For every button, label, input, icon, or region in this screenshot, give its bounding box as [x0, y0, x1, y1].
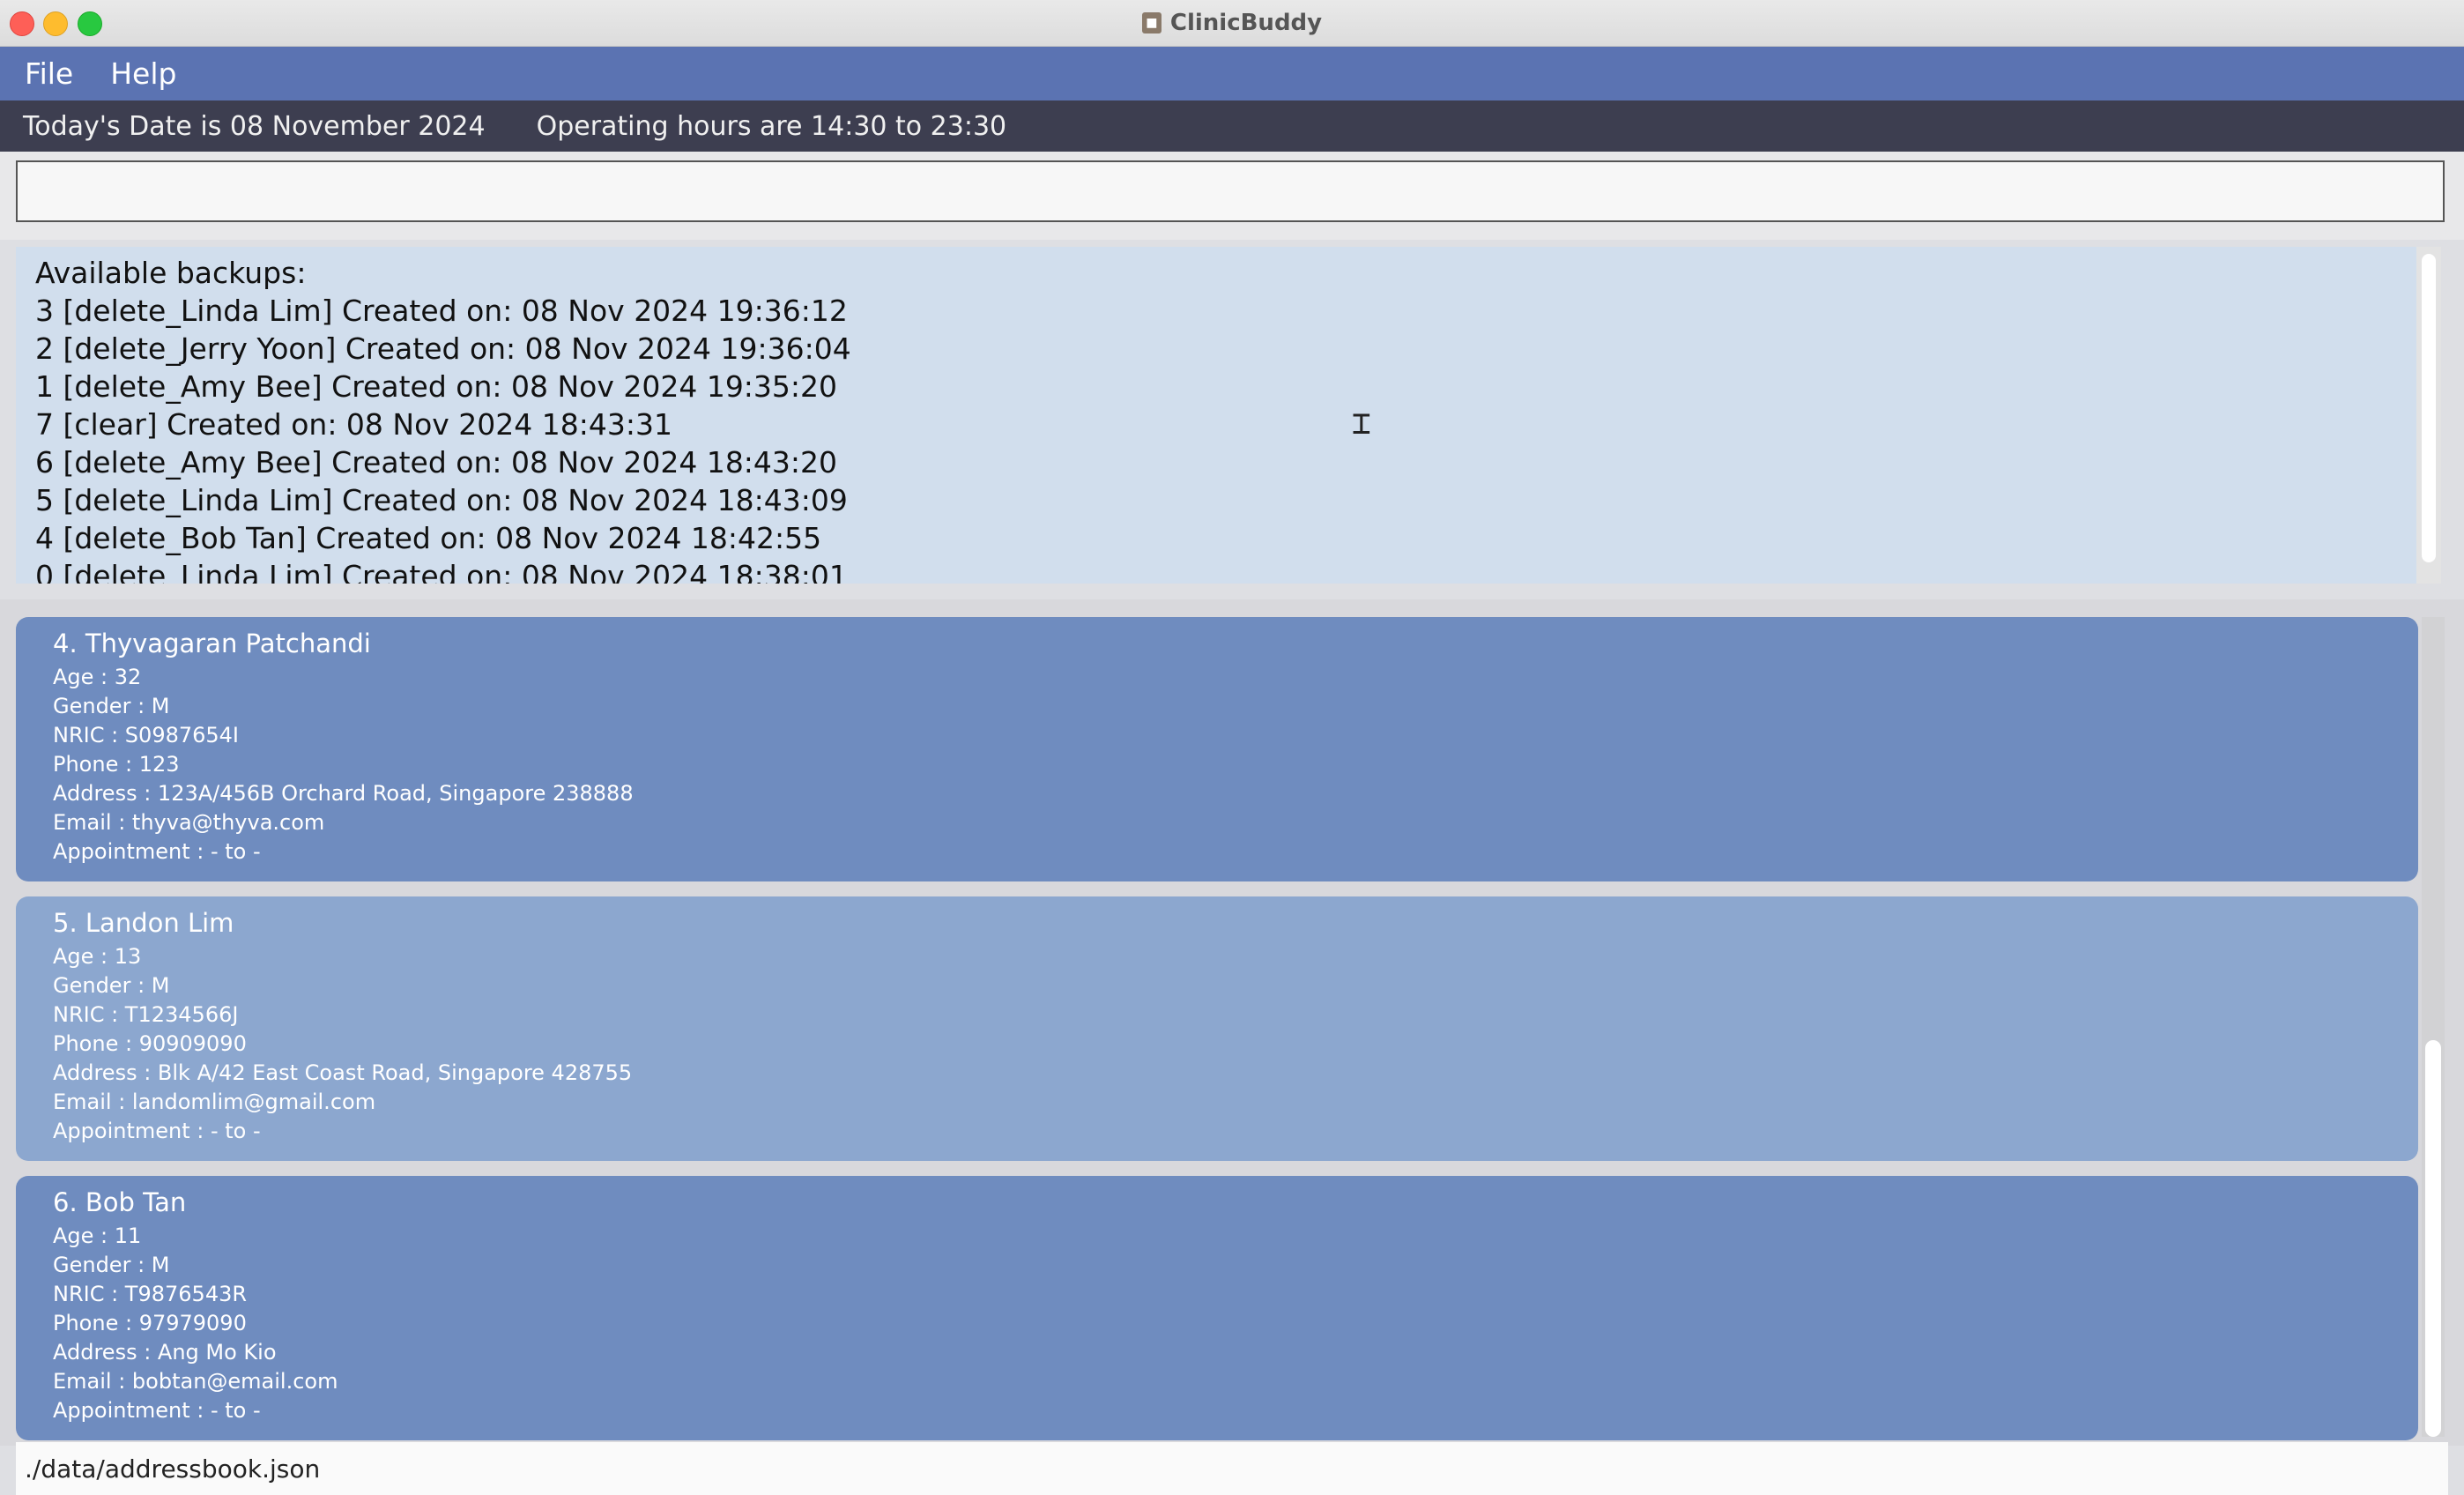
patient-email: Email : landomlim@gmail.com: [53, 1090, 376, 1114]
window-title: ■ ClinicBuddy: [0, 0, 2464, 46]
patient-card[interactable]: 4. Thyvagaran Patchandi Age : 32 Gender …: [16, 617, 2418, 881]
menu-bar: File Help: [0, 47, 2464, 100]
patient-gender: Gender : M: [53, 1253, 170, 1277]
status-bar-footer: ./data/addressbook.json: [16, 1442, 2448, 1495]
result-line: 4 [delete_Bob Tan] Created on: 08 Nov 20…: [35, 521, 822, 555]
patient-appointment: Appointment : - to -: [53, 839, 261, 864]
result-line: 6 [delete_Amy Bee] Created on: 08 Nov 20…: [35, 445, 838, 480]
result-line: 7 [clear] Created on: 08 Nov 2024 18:43:…: [35, 407, 672, 442]
patient-nric: NRIC : T9876543R: [53, 1282, 248, 1306]
patient-card[interactable]: 6. Bob Tan Age : 11 Gender : M NRIC : T9…: [16, 1176, 2418, 1440]
patient-gender: Gender : M: [53, 694, 170, 718]
result-line: Available backups:: [35, 256, 307, 290]
patient-address: Address : 123A/456B Orchard Road, Singap…: [53, 781, 634, 806]
patient-card[interactable]: 5. Landon Lim Age : 13 Gender : M NRIC :…: [16, 896, 2418, 1161]
today-date-text: Today's Date is 08 November 2024: [23, 110, 486, 142]
patient-appointment: Appointment : - to -: [53, 1119, 261, 1143]
patient-name: 6. Bob Tan: [53, 1187, 187, 1217]
patient-age: Age : 32: [53, 665, 142, 689]
menu-file[interactable]: File: [25, 56, 73, 91]
patient-address: Address : Ang Mo Kio: [53, 1340, 277, 1365]
result-line: 2 [delete_Jerry Yoon] Created on: 08 Nov…: [35, 331, 851, 366]
patient-phone: Phone : 123: [53, 752, 180, 777]
operating-hours-text: Operating hours are 14:30 to 23:30: [536, 110, 1007, 142]
patient-phone: Phone : 90909090: [53, 1031, 247, 1056]
patient-name: 4. Thyvagaran Patchandi: [53, 628, 371, 658]
menu-help[interactable]: Help: [110, 56, 176, 91]
window-title-text: ClinicBuddy: [1169, 10, 1323, 36]
patient-gender: Gender : M: [53, 973, 170, 998]
result-line: 1 [delete_Amy Bee] Created on: 08 Nov 20…: [35, 369, 838, 404]
patient-email: Email : thyva@thyva.com: [53, 810, 325, 835]
patient-age: Age : 13: [53, 944, 142, 969]
patient-name: 5. Landon Lim: [53, 908, 234, 938]
patient-appointment: Appointment : - to -: [53, 1398, 261, 1423]
command-box-area: [0, 152, 2464, 240]
text-cursor-icon: ⌶: [1352, 405, 1371, 442]
clinicbuddy-app-icon: ■: [1141, 12, 1161, 33]
result-line: 0 [delete_Linda Lim] Created on: 08 Nov …: [35, 559, 848, 584]
patient-address: Address : Blk A/42 East Coast Road, Sing…: [53, 1060, 633, 1085]
result-scrollbar-thumb[interactable]: [2422, 254, 2436, 562]
patient-phone: Phone : 97979090: [53, 1311, 247, 1335]
result-display[interactable]: Available backups: 3 [delete_Linda Lim] C…: [16, 247, 2416, 584]
patient-nric: NRIC : S0987654I: [53, 723, 240, 748]
status-bar: Today's Date is 08 November 2024 Operati…: [0, 100, 2464, 152]
command-input[interactable]: [16, 160, 2445, 222]
patient-email: Email : bobtan@email.com: [53, 1369, 338, 1394]
data-file-path: ./data/addressbook.json: [25, 1454, 321, 1484]
result-line: 5 [delete_Linda Lim] Created on: 08 Nov …: [35, 483, 848, 517]
window-title-bar: ■ ClinicBuddy: [0, 0, 2464, 47]
patient-nric: NRIC : T1234566J: [53, 1002, 239, 1027]
result-line: 3 [delete_Linda Lim] Created on: 08 Nov …: [35, 294, 848, 328]
patient-list-scrollbar-thumb[interactable]: [2425, 1040, 2441, 1437]
patient-age: Age : 11: [53, 1224, 142, 1248]
